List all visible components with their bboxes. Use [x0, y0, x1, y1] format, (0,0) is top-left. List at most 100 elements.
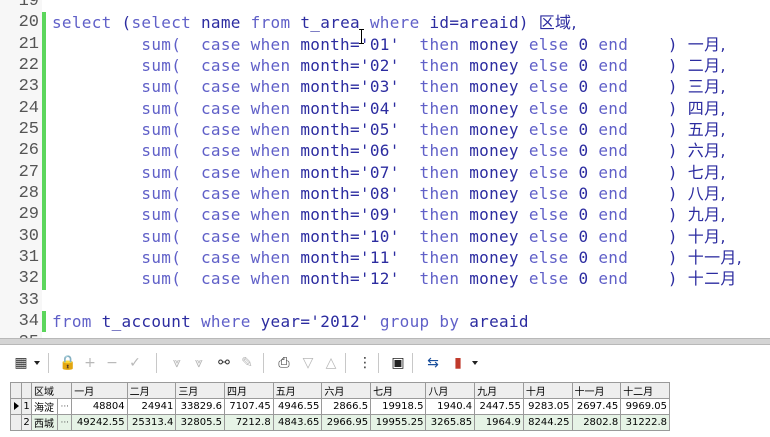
code-line[interactable]: 33: [0, 290, 770, 311]
value-cell[interactable]: 2866.5: [321, 398, 372, 415]
code-line[interactable]: 30 sum( case when month='10' then money …: [0, 226, 770, 247]
row-number: 2: [21, 414, 32, 431]
filter-icon[interactable]: ⩔: [168, 354, 186, 372]
value-cell[interactable]: 33829.6: [175, 398, 225, 415]
code-token: sum(: [52, 247, 201, 267]
value-cell[interactable]: 49242.55: [71, 414, 128, 431]
value-cell[interactable]: 2966.95: [321, 414, 372, 431]
column-header[interactable]: 九月: [474, 382, 524, 399]
code-line[interactable]: 32 sum( case when month='12' then money …: [0, 268, 770, 289]
code-line[interactable]: 34 from t_account where year='2012' group…: [0, 311, 770, 332]
value-cell[interactable]: 1940.4: [425, 398, 476, 415]
splitter-bar[interactable]: [0, 338, 770, 345]
value-cell[interactable]: 25313.4: [126, 414, 177, 431]
column-header[interactable]: 十月: [522, 382, 573, 399]
table-row[interactable]: 1 海淀 ··· 48804 24941 33829.6 7107.45 4946.55 286…: [10, 398, 670, 415]
value-cell[interactable]: 2802.8: [571, 414, 622, 431]
code-token: 0: [578, 183, 599, 203]
code-line[interactable]: 31 sum( case when month='11' then money …: [0, 247, 770, 268]
code-token: else: [528, 141, 579, 161]
table-row[interactable]: 2 西城 ··· 49242.55 25313.4 32805.5 7212.8 4843.6…: [10, 414, 670, 431]
edit-pencil-icon[interactable]: ✎: [238, 354, 256, 372]
columns-icon[interactable]: ⋮: [356, 354, 374, 372]
value-cell[interactable]: 2697.45: [571, 398, 622, 415]
code-line[interactable]: 22 sum( case when month='02' then money …: [0, 55, 770, 76]
code-line[interactable]: 29 sum( case when month='09' then money …: [0, 204, 770, 225]
code-token: case when: [201, 162, 301, 182]
save-disk-icon[interactable]: ▣: [389, 354, 407, 372]
code-line[interactable]: 24 sum( case when month='04' then money …: [0, 98, 770, 119]
column-header[interactable]: 区域: [30, 382, 73, 399]
column-header[interactable]: 六月: [321, 382, 372, 399]
code-line[interactable]: 21 sum( case when month='01' then money …: [0, 34, 770, 55]
clear-filter-icon[interactable]: ⩔: [190, 354, 208, 372]
value-cell[interactable]: 8244.25: [522, 414, 573, 431]
find-binoculars-icon[interactable]: ⚯: [215, 354, 233, 372]
code-token: 六月,: [687, 141, 726, 161]
value-cell[interactable]: 48804: [71, 398, 128, 415]
value-cell[interactable]: 4843.65: [272, 414, 323, 431]
lock-icon[interactable]: 🔒: [59, 354, 77, 372]
column-header[interactable]: 五月: [272, 382, 323, 399]
value-cell[interactable]: 7212.8: [224, 414, 274, 431]
column-header[interactable]: 七月: [370, 382, 427, 399]
column-header[interactable]: 二月: [126, 382, 177, 399]
column-header[interactable]: 十一月: [571, 382, 622, 399]
code-token: 0: [578, 141, 599, 161]
chart-dropdown-icon[interactable]: [472, 361, 478, 365]
value-cell[interactable]: 3265.85: [425, 414, 476, 431]
print-icon[interactable]: ⎙: [275, 354, 293, 372]
grid-view-icon[interactable]: ▦: [12, 354, 30, 372]
code-token: from: [52, 311, 102, 331]
column-header[interactable]: 四月: [224, 382, 274, 399]
value-cell[interactable]: 9283.05: [522, 398, 573, 415]
value-cell[interactable]: 9969.05: [620, 398, 670, 415]
value-cell[interactable]: 19955.25: [370, 414, 427, 431]
column-header[interactable]: 一月: [71, 382, 128, 399]
code-line[interactable]: 28 sum( case when month='08' then money …: [0, 183, 770, 204]
code-text: from t_account where year='2012' group b…: [52, 311, 529, 332]
code-line[interactable]: 26 sum( case when month='06' then money …: [0, 140, 770, 161]
cell-expand-dots[interactable]: ···: [57, 414, 73, 431]
sort-down-icon[interactable]: ▽: [299, 354, 317, 372]
code-line[interactable]: 25 sum( case when month='05' then money …: [0, 119, 770, 140]
results-grid[interactable]: 区域 一月 二月 三月 四月 五月 六月 七月 八月 九月 十月 十一月 十二月 1 海淀 ··· 48804…: [10, 382, 670, 431]
code-token: money: [469, 119, 529, 139]
code-line[interactable]: 23 sum( case when month='03' then money …: [0, 76, 770, 97]
code-token: money: [469, 34, 529, 54]
chart-icon[interactable]: ▮: [449, 354, 467, 372]
export-icon[interactable]: ⇆: [424, 354, 442, 372]
value-cell[interactable]: 2447.55: [474, 398, 524, 415]
value-cell[interactable]: 7107.45: [224, 398, 274, 415]
results-toolbar: ▦ 🔒 + − ✓ ⩔ ⩔ ⚯ ✎ ⎙ ▽ △ ⋮ ▣ ⇆ ▮: [0, 345, 770, 381]
area-cell[interactable]: 西城: [30, 414, 59, 431]
value-cell[interactable]: 4946.55: [272, 398, 323, 415]
line-number: 24: [18, 98, 39, 118]
sort-up-icon[interactable]: △: [322, 354, 340, 372]
column-header[interactable]: 十二月: [620, 382, 670, 399]
add-record-icon[interactable]: +: [81, 354, 99, 372]
code-token: 四月,: [687, 98, 726, 118]
code-text: sum( case when month='06' then money els…: [52, 140, 726, 161]
column-header[interactable]: 八月: [425, 382, 476, 399]
code-token: ): [648, 183, 688, 203]
code-line[interactable]: 19: [0, 0, 770, 12]
value-cell[interactable]: 24941: [126, 398, 177, 415]
apply-check-icon[interactable]: ✓: [126, 354, 144, 372]
code-line[interactable]: 27 sum( case when month='07' then money …: [0, 162, 770, 183]
value-cell[interactable]: 1964.9: [474, 414, 524, 431]
code-token: sum(: [52, 162, 201, 182]
code-token: month='03': [300, 77, 420, 97]
sql-editor[interactable]: 19 20 select (select name from t_area wher…: [0, 0, 770, 338]
cell-expand-dots[interactable]: ···: [57, 398, 73, 415]
delete-record-icon[interactable]: −: [103, 354, 121, 372]
area-cell[interactable]: 海淀: [30, 398, 59, 415]
value-cell[interactable]: 32805.5: [175, 414, 225, 431]
grid-view-dropdown-icon[interactable]: [34, 361, 40, 365]
code-token: 三月,: [687, 77, 726, 97]
value-cell[interactable]: 19918.5: [370, 398, 427, 415]
code-token: ): [648, 205, 688, 225]
code-line[interactable]: 20 select (select name from t_area where …: [0, 12, 770, 33]
column-header[interactable]: 三月: [175, 382, 225, 399]
value-cell[interactable]: 31222.8: [620, 414, 670, 431]
